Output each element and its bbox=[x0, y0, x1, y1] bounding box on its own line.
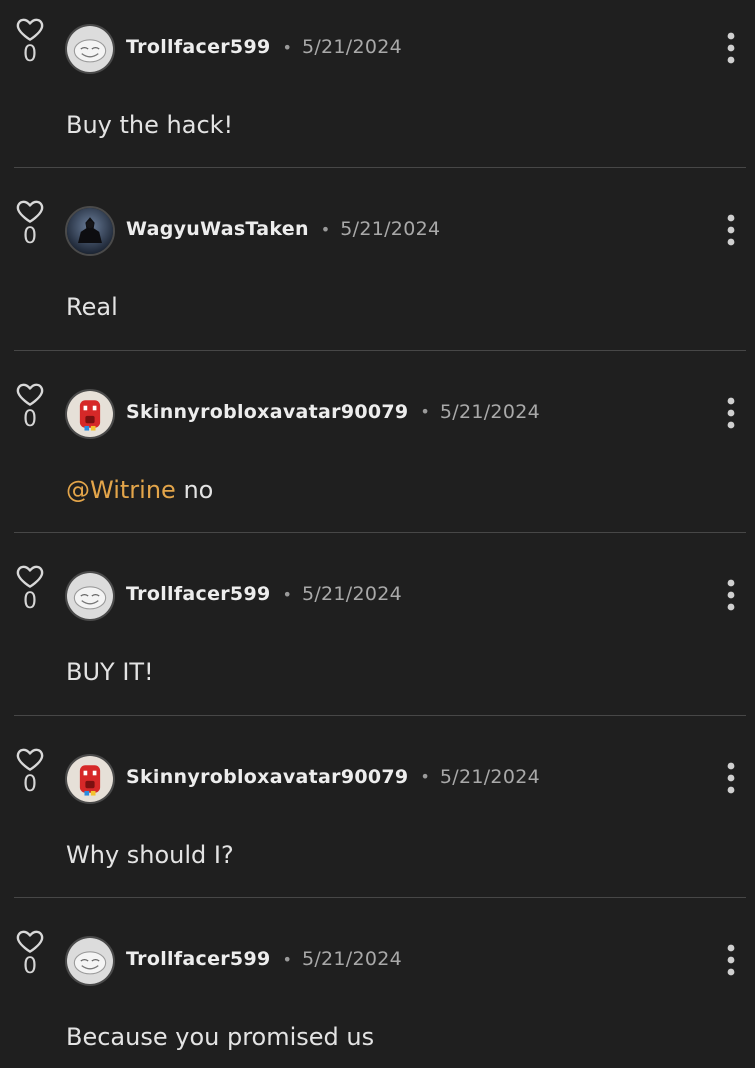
heart-outline-icon[interactable] bbox=[13, 379, 47, 409]
meta-separator: • bbox=[282, 584, 292, 604]
kebab-menu-icon[interactable] bbox=[720, 395, 742, 431]
comment-item: 0 Trollfacer599 • 5/21/2024 Because you … bbox=[0, 898, 755, 1068]
comment-date: 5/21/2024 bbox=[301, 583, 403, 605]
kebab-menu-icon[interactable] bbox=[720, 760, 742, 796]
comment-date: 5/21/2024 bbox=[301, 948, 403, 970]
meta-separator: • bbox=[282, 37, 292, 57]
meta-separator: • bbox=[320, 219, 331, 239]
like-control: 0 bbox=[12, 196, 48, 250]
meta-separator: • bbox=[420, 767, 430, 786]
heart-outline-icon[interactable] bbox=[13, 561, 47, 591]
comment-body: Buy the hack! bbox=[66, 111, 234, 139]
username-link[interactable]: Trollfacer599 bbox=[126, 583, 271, 605]
meta-separator: • bbox=[282, 949, 292, 969]
like-control: 0 bbox=[12, 926, 48, 980]
trollface-avatar[interactable] bbox=[65, 936, 115, 986]
comment-item: 0 Trollfacer599 • 5/21/2024 Buy the hack… bbox=[0, 0, 755, 168]
comment-meta: Trollfacer599 • 5/21/2024 bbox=[126, 946, 402, 972]
like-control: 0 bbox=[12, 744, 48, 798]
comment-date: 5/21/2024 bbox=[340, 218, 441, 240]
like-count: 0 bbox=[23, 771, 37, 797]
like-control: 0 bbox=[12, 561, 48, 615]
kebab-menu-icon[interactable] bbox=[720, 30, 742, 66]
like-count: 0 bbox=[23, 954, 37, 979]
comment-text: Buy the hack! bbox=[66, 110, 233, 140]
like-count: 0 bbox=[23, 224, 37, 249]
heart-outline-icon[interactable] bbox=[13, 14, 47, 44]
comment-meta: Trollfacer599 • 5/21/2024 bbox=[126, 34, 402, 60]
like-count: 0 bbox=[23, 42, 37, 67]
comment-item: 0 Trollfacer599 • 5/21/2024 BUY IT! bbox=[0, 533, 755, 716]
like-control: 0 bbox=[12, 379, 48, 433]
comment-meta: Skinnyrobloxavatar90079 • 5/21/2024 bbox=[126, 764, 540, 790]
comment-body: Why should I? bbox=[66, 840, 234, 869]
comment-date: 5/21/2024 bbox=[439, 400, 540, 423]
meta-separator: • bbox=[420, 402, 430, 421]
comment-feed: 0 Trollfacer599 • 5/21/2024 Buy the hack… bbox=[0, 0, 755, 1068]
heart-outline-icon[interactable] bbox=[13, 196, 47, 226]
mention-link[interactable]: @Witrine bbox=[66, 476, 176, 504]
trollface-avatar[interactable] bbox=[65, 24, 115, 74]
comment-body: no bbox=[183, 475, 214, 504]
kebab-menu-icon[interactable] bbox=[720, 577, 742, 613]
comment-item: 0 Skinnyrobloxavatar90079 • 5/21/2024 Wh… bbox=[0, 716, 755, 898]
trollface-avatar[interactable] bbox=[65, 571, 115, 621]
comment-text: BUY IT! bbox=[66, 657, 154, 687]
username-link[interactable]: Skinnyrobloxavatar90079 bbox=[126, 401, 408, 423]
comment-meta: Skinnyrobloxavatar90079 • 5/21/2024 bbox=[126, 399, 540, 425]
heart-outline-icon[interactable] bbox=[13, 926, 47, 956]
comment-date: 5/21/2024 bbox=[301, 36, 403, 58]
comment-text: @Witrine no bbox=[66, 475, 213, 505]
like-count: 0 bbox=[23, 589, 37, 614]
comment-text: Because you promised us bbox=[66, 1022, 374, 1052]
username-link[interactable]: Skinnyrobloxavatar90079 bbox=[126, 766, 408, 788]
comment-item: 0 Skinnyrobloxavatar90079 • 5/21/2024 @W… bbox=[0, 351, 755, 533]
comment-text: Real bbox=[66, 292, 118, 322]
comment-date: 5/21/2024 bbox=[439, 765, 540, 788]
username-link[interactable]: Trollfacer599 bbox=[126, 948, 271, 970]
comment-item: 0 WagyuWasTaken • 5/21/2024 Real bbox=[0, 168, 755, 351]
comment-meta: Trollfacer599 • 5/21/2024 bbox=[126, 581, 402, 607]
comment-body: BUY IT! bbox=[66, 658, 154, 686]
dark-figure-avatar[interactable] bbox=[65, 206, 115, 256]
kebab-menu-icon[interactable] bbox=[720, 942, 742, 978]
heart-outline-icon[interactable] bbox=[13, 744, 47, 774]
comment-body: Because you promised us bbox=[66, 1023, 375, 1051]
comment-meta: WagyuWasTaken • 5/21/2024 bbox=[126, 216, 440, 242]
like-count: 0 bbox=[23, 406, 37, 432]
kebab-menu-icon[interactable] bbox=[720, 212, 742, 248]
like-control: 0 bbox=[12, 14, 48, 68]
comment-body: Real bbox=[66, 293, 118, 321]
username-link[interactable]: Trollfacer599 bbox=[126, 36, 271, 58]
comment-text: Why should I? bbox=[66, 840, 234, 870]
red-robot-avatar[interactable] bbox=[65, 388, 115, 439]
red-robot-avatar[interactable] bbox=[65, 753, 115, 804]
username-link[interactable]: WagyuWasTaken bbox=[126, 218, 309, 240]
